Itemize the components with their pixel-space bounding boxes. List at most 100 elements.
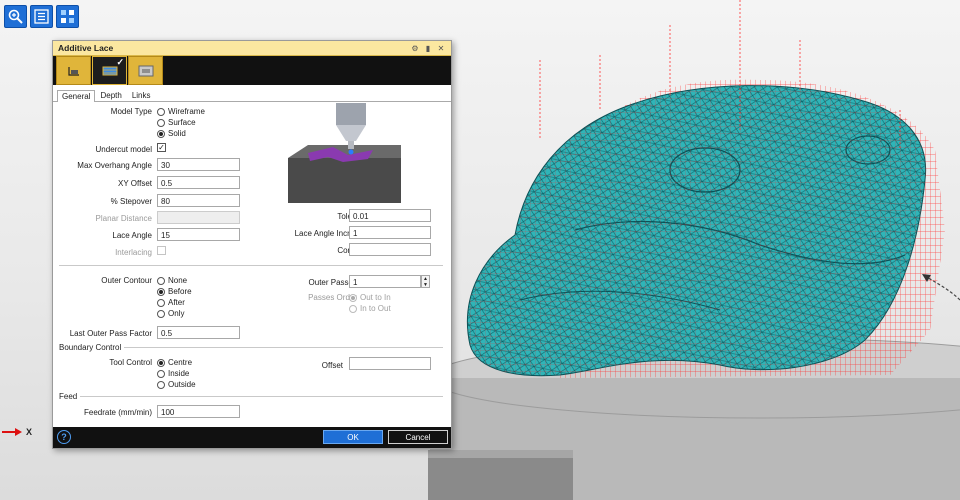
section-title: Feed	[59, 392, 78, 401]
section-title: Boundary Control	[59, 343, 122, 352]
dialog-footer: ? OK Cancel	[53, 427, 451, 448]
interlacing-checkbox	[157, 246, 166, 255]
option-label: After	[168, 298, 185, 307]
option-label: None	[168, 276, 188, 285]
lace-angle-input[interactable]: 15	[157, 228, 240, 241]
feedrate-label: Feedrate (mm/min)	[83, 408, 152, 417]
option-label: Before	[168, 287, 192, 296]
model-type-solid[interactable]: Solid	[157, 128, 186, 139]
radio-icon	[349, 304, 357, 313]
radio-icon	[157, 380, 165, 389]
model-type-label: Model Type	[110, 107, 152, 116]
tab-general[interactable]: General	[57, 90, 96, 102]
lace-angle-increment-input[interactable]: 1	[349, 226, 431, 239]
preview-icon[interactable]	[128, 56, 163, 85]
tab-bar: General Depth Links	[53, 87, 451, 102]
radio-icon	[157, 129, 165, 138]
radio-icon	[157, 358, 165, 367]
stepover-input[interactable]: 80	[157, 194, 240, 207]
option-label: Out to In	[360, 293, 391, 302]
stack-icon[interactable]: ✓	[92, 56, 127, 85]
option-label: Surface	[168, 118, 196, 127]
dialog-titlebar: Additive Lace ⚙ ▮ ✕	[53, 41, 451, 56]
planar-distance-label: Planar Distance	[95, 214, 152, 223]
outer-contour-before[interactable]: Before	[157, 286, 192, 297]
help-icon[interactable]: ?	[57, 430, 71, 444]
xy-offset-label: XY Offset	[118, 179, 152, 188]
additive-lace-dialog: Additive Lace ⚙ ▮ ✕ ✓ General Depth Link…	[52, 40, 452, 449]
xy-offset-input[interactable]: 0.5	[157, 176, 240, 189]
option-label: In to Out	[360, 304, 391, 313]
outer-contour-after[interactable]: After	[157, 297, 185, 308]
tab-links[interactable]: Links	[127, 89, 156, 101]
stepover-label: % Stepover	[110, 197, 152, 206]
option-label: Centre	[168, 358, 193, 367]
dialog-title: Additive Lace	[58, 43, 114, 53]
checkmark-icon: ✓	[116, 57, 124, 67]
radio-icon	[157, 118, 165, 127]
passes-order-label: Passes Order	[308, 293, 357, 302]
radio-icon	[349, 293, 357, 302]
lace-angle-label: Lace Angle	[112, 231, 152, 240]
block-top	[428, 450, 573, 458]
tab-depth[interactable]: Depth	[95, 89, 126, 101]
zoom-icon[interactable]	[4, 5, 27, 28]
last-outer-input[interactable]: 0.5	[157, 326, 240, 339]
undercut-checkbox[interactable]: ✓	[157, 143, 166, 152]
tool-control-outside[interactable]: Outside	[157, 379, 196, 390]
option-label: Outside	[168, 380, 196, 389]
passes-order-out-to-in: Out to In	[349, 292, 391, 303]
layer-icon[interactable]	[56, 56, 91, 85]
outer-contour-only[interactable]: Only	[157, 308, 184, 319]
axis-indicator: X	[2, 427, 32, 437]
option-label: Wireframe	[168, 107, 205, 116]
model-type-surface[interactable]: Surface	[157, 117, 196, 128]
settings-icon[interactable]: ⚙	[410, 43, 420, 53]
pin-icon[interactable]: ▮	[423, 43, 433, 53]
outer-passes-spinner[interactable]: ▲ ▼	[421, 275, 430, 288]
outer-passes-label: Outer Passes	[308, 278, 357, 287]
option-label: Solid	[168, 129, 186, 138]
comment-input[interactable]	[349, 243, 431, 256]
radio-icon	[157, 276, 165, 285]
outer-contour-label: Outer Contour	[101, 276, 152, 285]
tool-control-inside[interactable]: Inside	[157, 368, 189, 379]
tool-control-label: Tool Control	[109, 358, 152, 367]
list-icon[interactable]	[30, 5, 53, 28]
max-overhang-label: Max Overhang Angle	[77, 161, 152, 170]
ok-button[interactable]: OK	[323, 430, 383, 444]
close-icon[interactable]: ✕	[436, 43, 446, 53]
option-label: Only	[168, 309, 185, 318]
tool-control-centre[interactable]: Centre	[157, 357, 192, 368]
divider	[59, 265, 443, 266]
tolerance-input[interactable]: 0.01	[349, 209, 431, 222]
boundary-control-section: Boundary Control	[59, 343, 443, 352]
radio-icon	[157, 107, 165, 116]
offset-label: Offset	[321, 361, 343, 370]
spin-down-icon: ▼	[423, 282, 428, 288]
undercut-label: Undercut model	[95, 145, 152, 154]
x-axis-label: X	[26, 427, 33, 437]
last-outer-label: Last Outer Pass Factor	[69, 329, 152, 338]
passes-order-in-to-out: In to Out	[349, 303, 391, 314]
outer-passes-input[interactable]: 1	[349, 275, 421, 288]
max-overhang-input[interactable]: 30	[157, 158, 240, 171]
dialog-toolbar: ✓	[53, 56, 451, 85]
x-axis-arrow-icon	[2, 428, 22, 436]
feed-section: Feed	[59, 392, 443, 401]
radio-icon	[157, 287, 165, 296]
cancel-button[interactable]: Cancel	[388, 430, 448, 444]
radio-icon	[157, 298, 165, 307]
tool-illustration	[288, 103, 401, 203]
block-front	[428, 455, 573, 500]
interlacing-label: Interlacing	[115, 248, 152, 257]
grid-icon[interactable]	[56, 5, 79, 28]
model-type-wireframe[interactable]: Wireframe	[157, 106, 205, 117]
feedrate-input[interactable]: 100	[157, 405, 240, 418]
offset-input[interactable]	[349, 357, 431, 370]
radio-icon	[157, 369, 165, 378]
lace-paths-front	[467, 85, 926, 376]
radio-icon	[157, 309, 165, 318]
outer-contour-none[interactable]: None	[157, 275, 187, 286]
planar-distance-input	[157, 211, 240, 224]
